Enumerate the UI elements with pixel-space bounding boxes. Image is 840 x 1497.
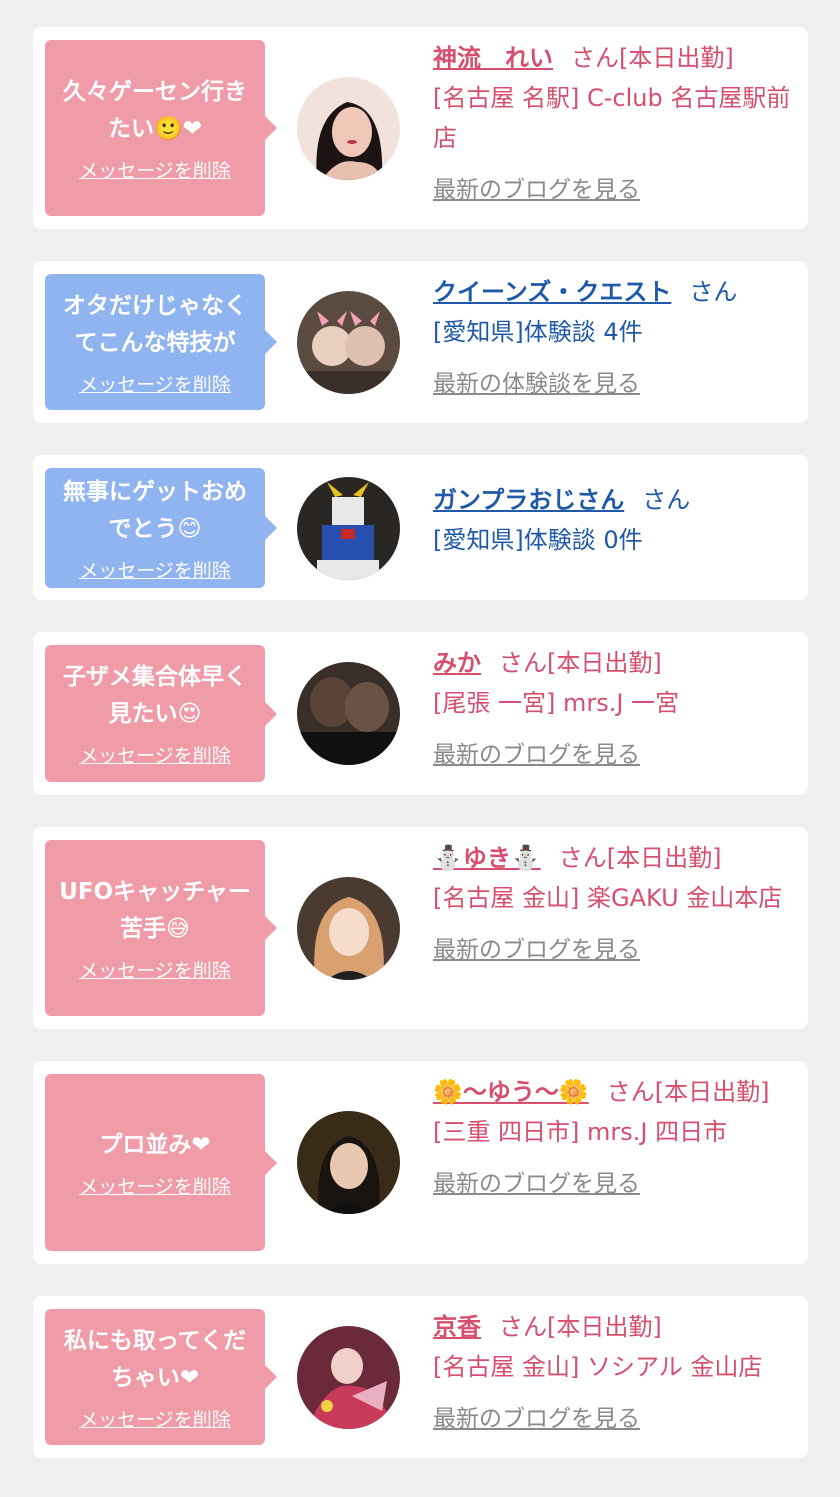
reviewer-name-link[interactable]: ガンプラおじさん bbox=[433, 486, 624, 514]
shop-location: [名古屋 金山] 楽GAKU 金山本店 bbox=[433, 884, 783, 912]
card-info: ⛄ゆき⛄ さん[本日出勤] [名古屋 金山] 楽GAKU 金山本店 最新のブログを… bbox=[433, 838, 792, 970]
message-card: 私にも取ってくだ ちゃい❤ メッセージを削除 京香 さん[本日出勤] [名古屋 金… bbox=[33, 1296, 808, 1458]
cast-name-link[interactable]: みか bbox=[433, 649, 481, 677]
review-count: [愛知県]体験談 4件 bbox=[433, 318, 643, 346]
avatar[interactable] bbox=[297, 1111, 400, 1214]
card-info: みか さん[本日出勤] [尾張 一宮] mrs.J 一宮 最新のブログを見る bbox=[433, 643, 792, 775]
message-bubble: プロ並み❤ メッセージを削除 bbox=[45, 1074, 277, 1251]
delete-message-link[interactable]: メッセージを削除 bbox=[79, 556, 231, 583]
message-text: 久々ゲーセン行き たい🙂❤ bbox=[63, 78, 247, 142]
avatar[interactable] bbox=[297, 1326, 400, 1429]
message-card: プロ並み❤ メッセージを削除 🌼〜ゆう〜🌼 さん[本日出勤] [三重 四日市] m… bbox=[33, 1061, 808, 1264]
message-bubble: 無事にゲットおめ でとう😊 メッセージを削除 bbox=[45, 468, 277, 588]
shop-location: [三重 四日市] mrs.J 四日市 bbox=[433, 1118, 728, 1146]
cast-name-link[interactable]: 京香 bbox=[433, 1313, 481, 1341]
delete-message-link[interactable]: メッセージを削除 bbox=[79, 1172, 231, 1199]
latest-blog-link[interactable]: 最新のブログを見る bbox=[433, 930, 792, 970]
plush-dolls-icon bbox=[297, 291, 400, 394]
message-text: オタだけじゃなく てこんな特技が bbox=[63, 292, 247, 356]
woman-portrait-icon bbox=[297, 877, 400, 980]
shop-location: [名古屋 名駅] C-club 名古屋駅前店 bbox=[433, 84, 791, 152]
woman-portrait-icon bbox=[297, 1111, 400, 1214]
card-info: クイーンズ・クエスト さん [愛知県]体験談 4件 最新の体験談を見る bbox=[433, 272, 792, 404]
name-suffix: さん bbox=[642, 486, 691, 514]
card-info: 神流 れい さん[本日出勤] [名古屋 名駅] C-club 名古屋駅前店 最新の… bbox=[433, 38, 792, 210]
name-suffix: さん[本日出勤] bbox=[571, 44, 734, 72]
message-bubble: オタだけじゃなく てこんな特技が メッセージを削除 bbox=[45, 274, 277, 410]
card-info: ガンプラおじさん さん [愛知県]体験談 0件 bbox=[433, 480, 792, 560]
message-bubble: 子ザメ集合体早く 見たい😍 メッセージを削除 bbox=[45, 645, 277, 782]
message-text: UFOキャッチャー 苦手😅 bbox=[59, 878, 251, 942]
cast-name-link[interactable]: ⛄ゆき⛄ bbox=[433, 844, 541, 872]
shop-location: [尾張 一宮] mrs.J 一宮 bbox=[433, 689, 680, 717]
message-card: UFOキャッチャー 苦手😅 メッセージを削除 ⛄ゆき⛄ さん[本日出勤] [名古屋… bbox=[33, 827, 808, 1029]
shop-location: [名古屋 金山] ソシアル 金山店 bbox=[433, 1353, 763, 1381]
name-suffix: さん[本日出勤] bbox=[499, 649, 662, 677]
message-card: 無事にゲットおめ でとう😊 メッセージを削除 ガンプラおじさん さん [愛知県]体… bbox=[33, 455, 808, 600]
message-card: 久々ゲーセン行き たい🙂❤ メッセージを削除 神流 れい さん[本日出勤] [名古… bbox=[33, 27, 808, 229]
avatar[interactable] bbox=[297, 877, 400, 980]
card-info: 🌼〜ゆう〜🌼 さん[本日出勤] [三重 四日市] mrs.J 四日市 最新のブログ… bbox=[433, 1072, 792, 1204]
reviewer-name-link[interactable]: クイーンズ・クエスト bbox=[433, 278, 671, 306]
message-text: 無事にゲットおめ でとう😊 bbox=[63, 478, 247, 542]
gundam-robot-icon bbox=[297, 477, 400, 580]
avatar[interactable] bbox=[297, 77, 400, 180]
message-text: 子ザメ集合体早く 見たい😍 bbox=[63, 664, 247, 727]
cast-name-link[interactable]: 神流 れい bbox=[433, 44, 553, 72]
name-suffix: さん[本日出勤] bbox=[606, 1078, 770, 1106]
card-info: 京香 さん[本日出勤] [名古屋 金山] ソシアル 金山店 最新のブログを見る bbox=[433, 1307, 792, 1439]
delete-message-link[interactable]: メッセージを削除 bbox=[79, 741, 231, 768]
name-suffix: さん bbox=[689, 278, 738, 306]
kimono-woman-icon bbox=[297, 1326, 400, 1429]
delete-message-link[interactable]: メッセージを削除 bbox=[79, 1405, 231, 1432]
message-bubble: 私にも取ってくだ ちゃい❤ メッセージを削除 bbox=[45, 1309, 277, 1445]
delete-message-link[interactable]: メッセージを削除 bbox=[79, 156, 231, 183]
message-list: 久々ゲーセン行き たい🙂❤ メッセージを削除 神流 れい さん[本日出勤] [名古… bbox=[0, 0, 840, 1458]
avatar[interactable] bbox=[297, 291, 400, 394]
latest-review-link[interactable]: 最新の体験談を見る bbox=[433, 364, 792, 404]
cast-name-link[interactable]: 🌼〜ゆう〜🌼 bbox=[433, 1078, 589, 1106]
stockings-photo-icon bbox=[297, 662, 400, 765]
avatar[interactable] bbox=[297, 662, 400, 765]
review-count: [愛知県]体験談 0件 bbox=[433, 526, 643, 554]
delete-message-link[interactable]: メッセージを削除 bbox=[79, 956, 231, 983]
avatar[interactable] bbox=[297, 477, 400, 580]
woman-portrait-icon bbox=[297, 77, 400, 180]
name-suffix: さん[本日出勤] bbox=[499, 1313, 662, 1341]
latest-blog-link[interactable]: 最新のブログを見る bbox=[433, 1164, 792, 1204]
latest-blog-link[interactable]: 最新のブログを見る bbox=[433, 735, 792, 775]
message-text: プロ並み❤ bbox=[99, 1131, 211, 1158]
message-bubble: 久々ゲーセン行き たい🙂❤ メッセージを削除 bbox=[45, 40, 277, 216]
message-card: オタだけじゃなく てこんな特技が メッセージを削除 クイーンズ・クエスト さん [… bbox=[33, 261, 808, 423]
message-card: 子ザメ集合体早く 見たい😍 メッセージを削除 みか さん[本日出勤] [尾張 一宮… bbox=[33, 632, 808, 795]
delete-message-link[interactable]: メッセージを削除 bbox=[79, 370, 231, 397]
name-suffix: さん[本日出勤] bbox=[558, 844, 722, 872]
latest-blog-link[interactable]: 最新のブログを見る bbox=[433, 1399, 792, 1439]
message-text: 私にも取ってくだ ちゃい❤ bbox=[63, 1327, 247, 1391]
message-bubble: UFOキャッチャー 苦手😅 メッセージを削除 bbox=[45, 840, 277, 1016]
latest-blog-link[interactable]: 最新のブログを見る bbox=[433, 170, 792, 210]
